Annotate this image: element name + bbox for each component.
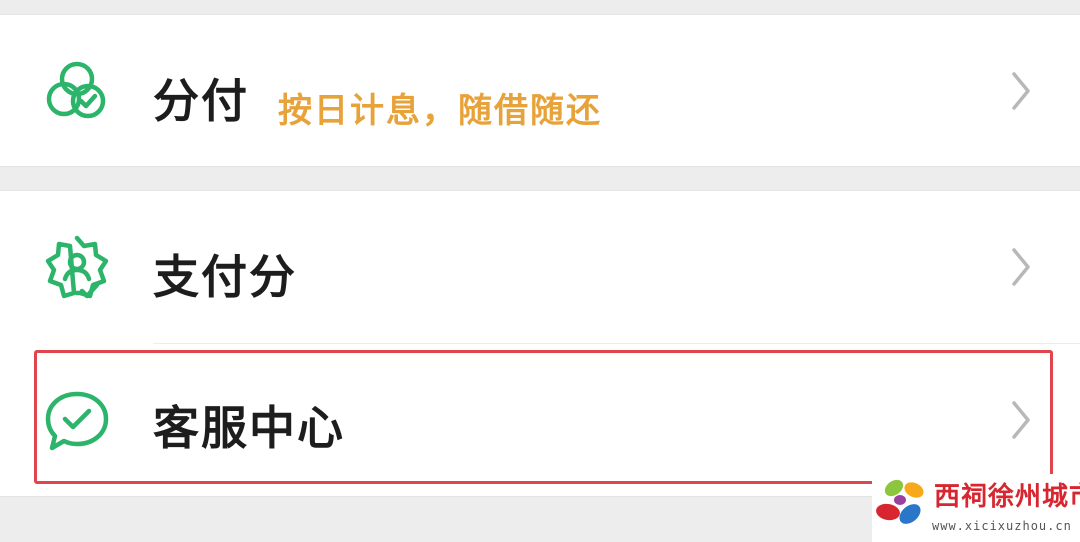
row-label: 支付分 — [153, 250, 297, 304]
row-label: 客服中心 — [153, 401, 345, 455]
chevron-right-icon — [1006, 244, 1036, 290]
row-fenfu[interactable]: 分付 按日计息，随借随还 — [0, 15, 1080, 167]
badge-person-icon — [42, 233, 112, 303]
chat-bubble-check-icon — [42, 386, 112, 456]
watermark-url: www.xicixuzhou.cn — [932, 519, 1072, 533]
row-zhifufen[interactable]: 支付分 — [0, 191, 1080, 343]
watermark: 西祠徐州城市站 www.xicixuzhou.cn — [872, 474, 1080, 542]
chevron-right-icon — [1006, 68, 1036, 114]
settings-group-1: 分付 按日计息，随借随还 — [0, 14, 1080, 167]
row-label: 分付 — [153, 74, 249, 128]
watermark-logo-icon — [876, 479, 924, 524]
settings-group-2: 支付分 客服中心 — [0, 190, 1080, 497]
watermark-title: 西祠徐州城市站 — [934, 482, 1080, 512]
fenfu-circles-icon — [42, 57, 112, 127]
row-subtitle: 按日计息，随借随还 — [278, 91, 602, 131]
top-gap — [0, 0, 1080, 14]
chevron-right-icon — [1006, 397, 1036, 443]
